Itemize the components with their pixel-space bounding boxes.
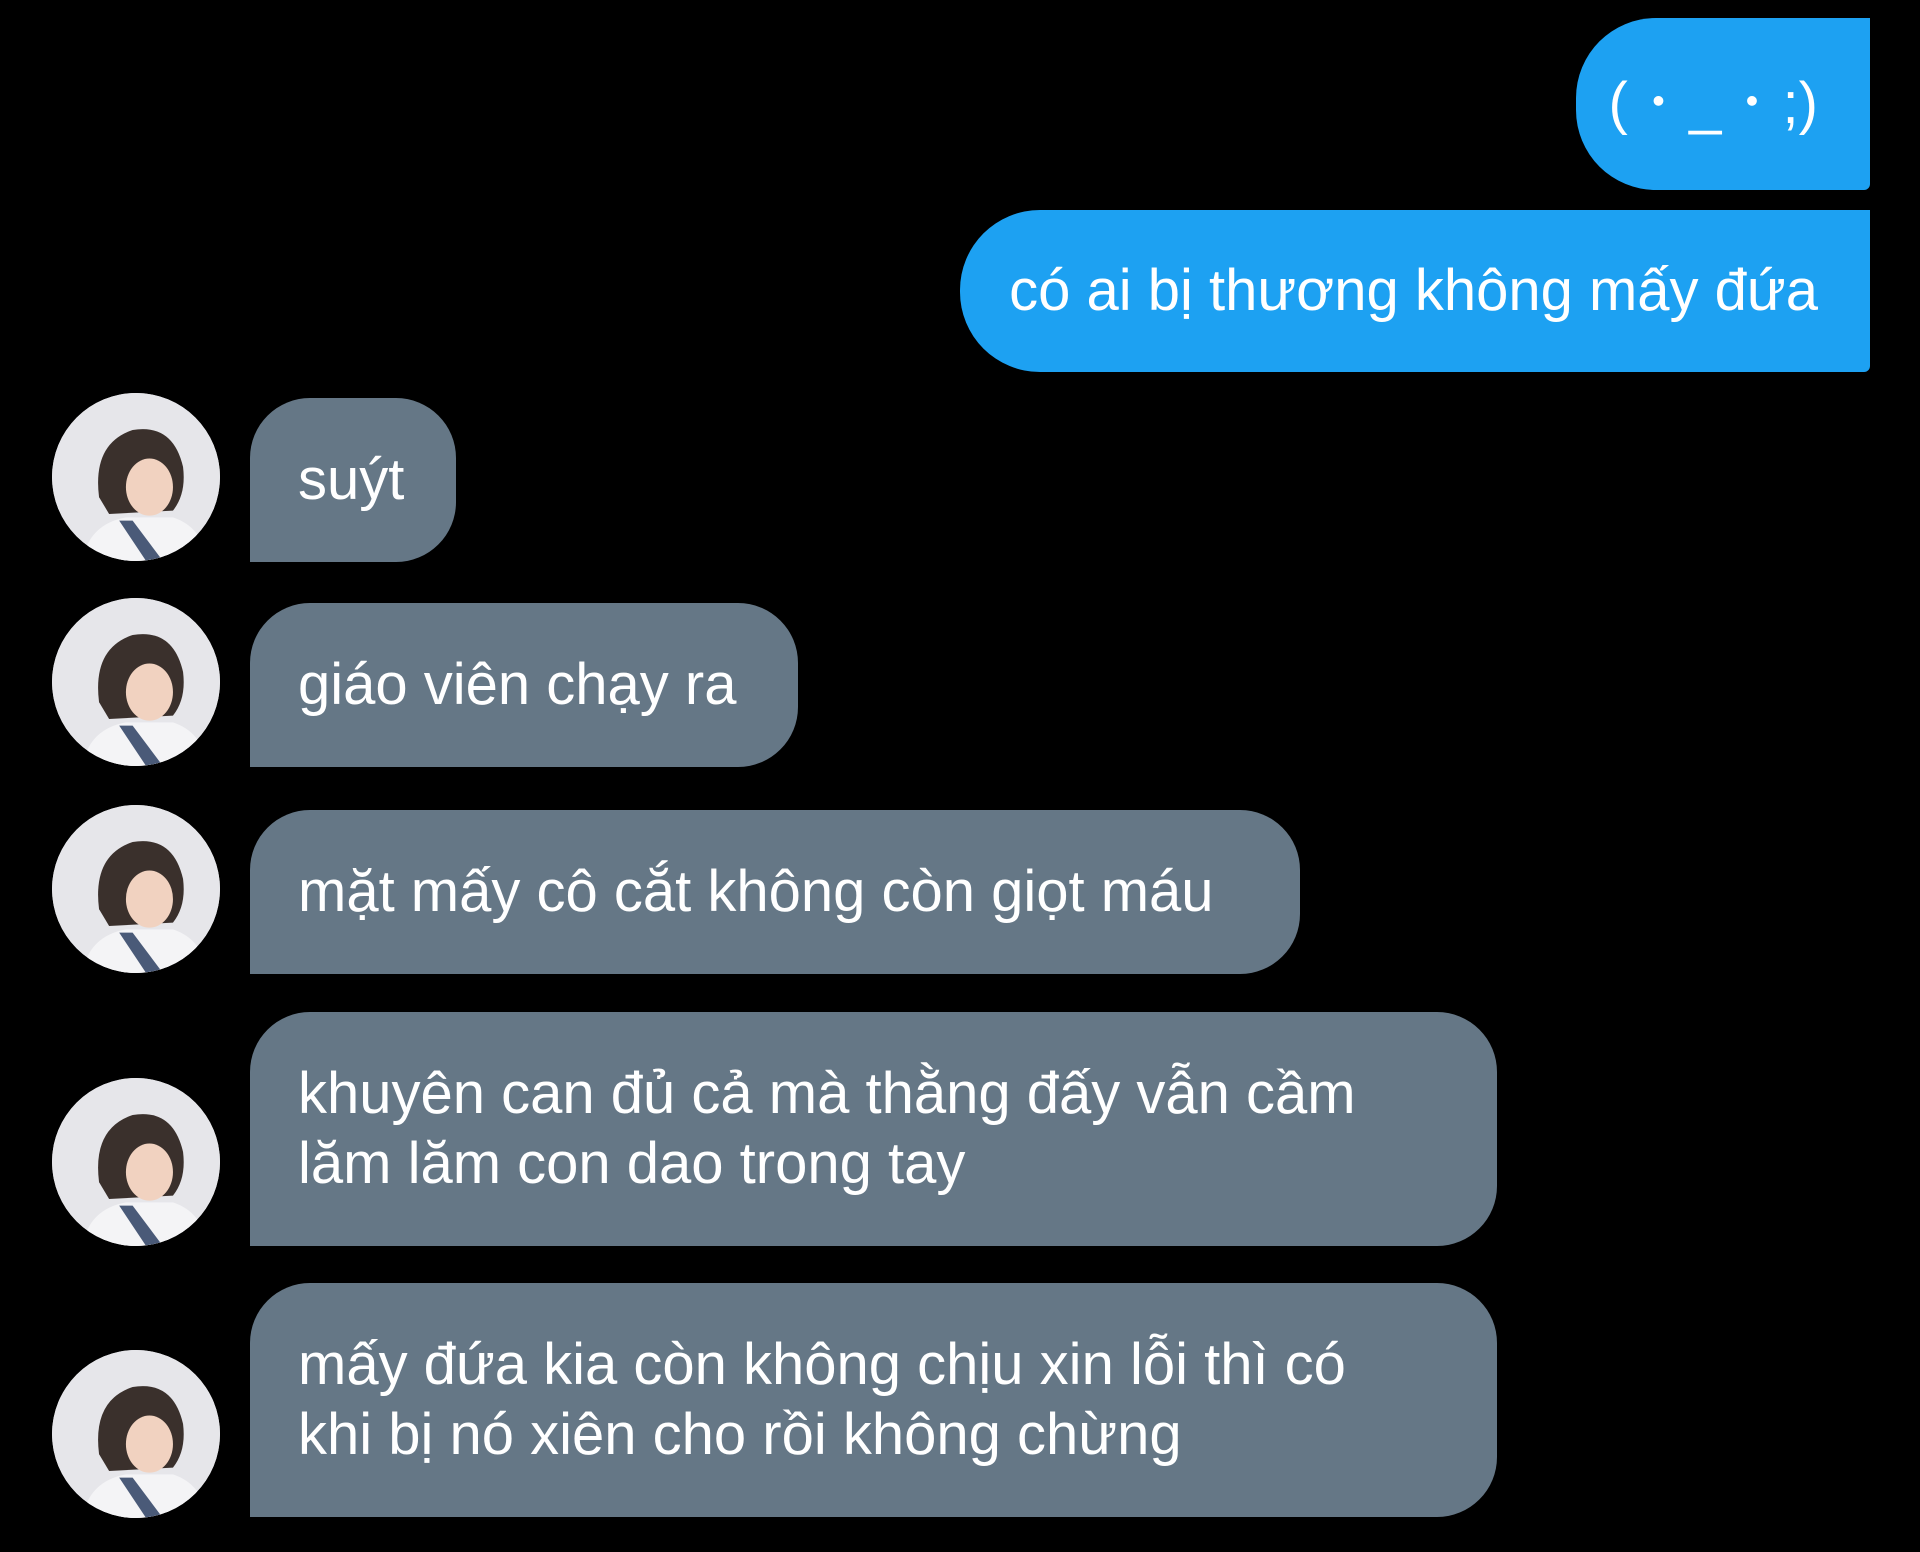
user-avatar-icon — [52, 598, 220, 766]
message-line: mấy đứa kia còn không chịu xin lỗi thì c… — [298, 1332, 1346, 1397]
message-text: ( ･ _ ･ ;) — [1608, 71, 1818, 136]
message-line: khi bị nó xiên cho rồi không chừng — [298, 1402, 1182, 1467]
message-line: khuyên can đủ cả mà thằng đấy vẫn cầm — [298, 1061, 1356, 1126]
avatar[interactable] — [52, 805, 220, 973]
received-message-bubble[interactable]: giáo viên chạy ra — [250, 603, 798, 767]
user-avatar-icon — [52, 1350, 220, 1518]
avatar[interactable] — [52, 393, 220, 561]
user-avatar-icon — [52, 1078, 220, 1246]
avatar[interactable] — [52, 1078, 220, 1246]
received-message-bubble[interactable]: khuyên can đủ cả mà thằng đấy vẫn cầm lă… — [250, 1012, 1497, 1246]
chat-thread: ( ･ _ ･ ;) có ai bị thương không mấy đứa… — [0, 0, 1920, 1552]
avatar[interactable] — [52, 1350, 220, 1518]
user-avatar-icon — [52, 393, 220, 561]
message-line: lăm lăm con dao trong tay — [298, 1131, 966, 1196]
sent-message-bubble[interactable]: ( ･ _ ･ ;) — [1576, 18, 1870, 190]
avatar[interactable] — [52, 598, 220, 766]
user-avatar-icon — [52, 805, 220, 973]
received-message-bubble[interactable]: suýt — [250, 398, 456, 562]
message-text: có ai bị thương không mấy đứa — [1009, 258, 1818, 323]
message-text: giáo viên chạy ra — [298, 652, 737, 717]
received-message-bubble[interactable]: mặt mấy cô cắt không còn giọt máu — [250, 810, 1300, 974]
message-text: suýt — [298, 447, 405, 512]
message-text: mặt mấy cô cắt không còn giọt máu — [298, 859, 1214, 924]
sent-message-bubble[interactable]: có ai bị thương không mấy đứa — [960, 210, 1870, 372]
received-message-bubble[interactable]: mấy đứa kia còn không chịu xin lỗi thì c… — [250, 1283, 1497, 1517]
